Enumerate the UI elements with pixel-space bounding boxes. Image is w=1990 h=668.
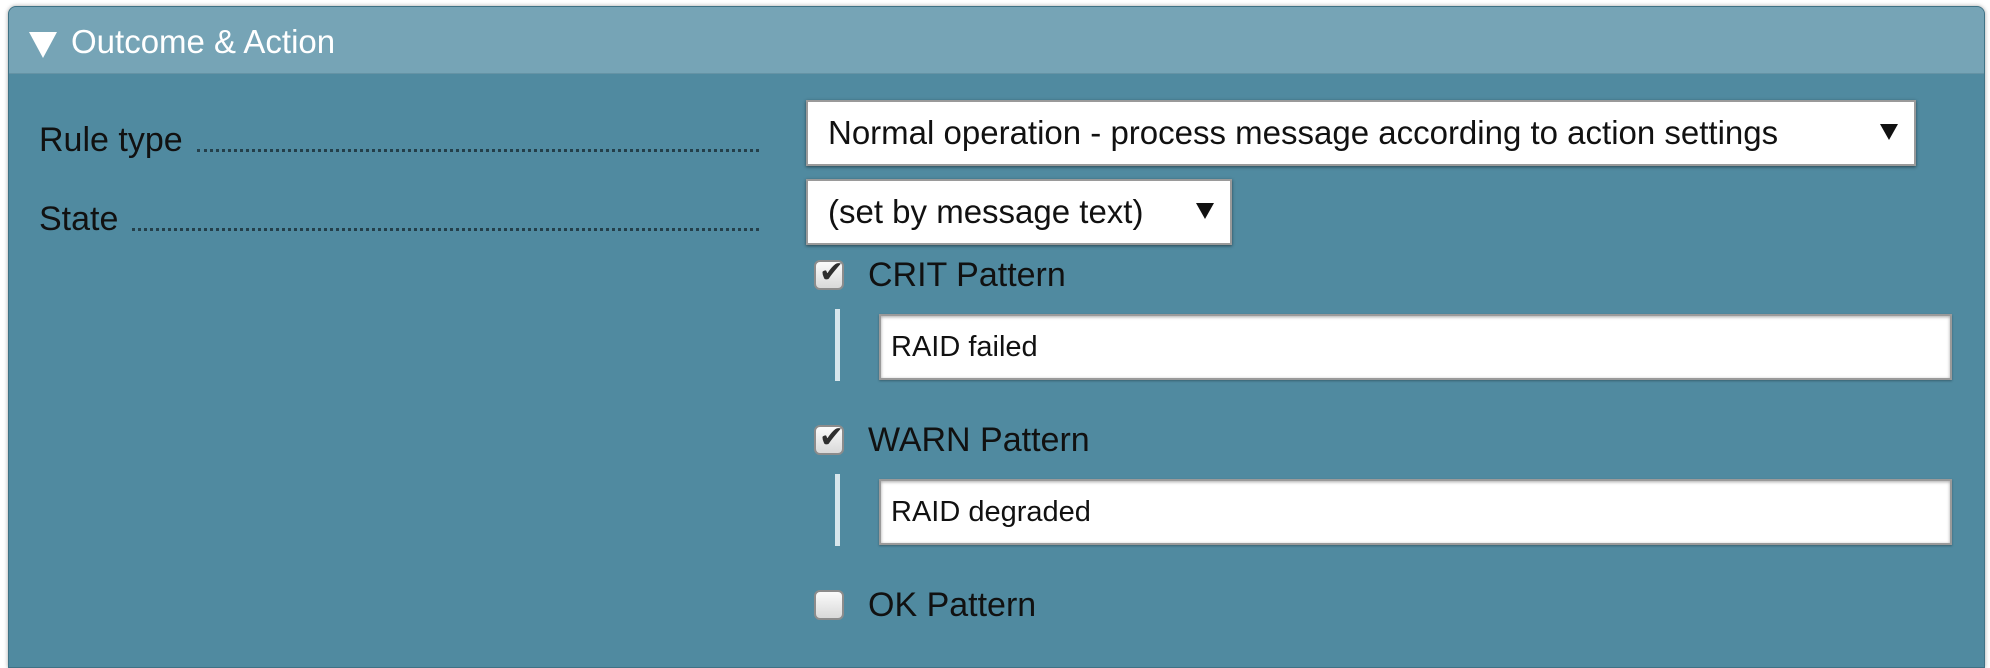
caret-down-icon [1196, 203, 1214, 219]
indent-bar [835, 309, 840, 381]
rule-type-label-row: Rule type [39, 120, 759, 160]
warn-pattern-row: ✔ WARN Pattern [814, 418, 1090, 462]
section-title: Outcome & Action [71, 23, 336, 60]
section-header[interactable]: Outcome & Action [9, 7, 1984, 74]
crit-pattern-checkbox[interactable]: ✔ [814, 256, 844, 290]
rule-type-label: Rule type [39, 121, 183, 159]
outcome-action-panel: Outcome & Action Rule type Normal operat… [8, 6, 1985, 668]
state-label-row: State [39, 199, 759, 239]
warn-pattern-input[interactable] [879, 479, 1952, 545]
state-value: (set by message text) [828, 193, 1144, 230]
ok-pattern-row: OK Pattern [814, 583, 1036, 627]
checkmark-icon: ✔ [819, 420, 845, 455]
indent-bar [835, 474, 840, 546]
rule-type-select[interactable]: Normal operation - process message accor… [806, 100, 1916, 166]
dotted-leader [196, 149, 759, 152]
state-select[interactable]: (set by message text) [806, 179, 1232, 245]
warn-pattern-label: WARN Pattern [868, 420, 1090, 459]
crit-pattern-label: CRIT Pattern [868, 255, 1066, 294]
crit-pattern-input[interactable] [879, 314, 1952, 380]
collapse-triangle-icon[interactable] [29, 32, 57, 58]
warn-pattern-checkbox[interactable]: ✔ [814, 421, 844, 455]
rule-type-value: Normal operation - process message accor… [828, 114, 1779, 151]
dotted-leader [132, 228, 759, 231]
checkmark-icon: ✔ [819, 255, 845, 290]
crit-pattern-row: ✔ CRIT Pattern [814, 253, 1066, 297]
state-label: State [39, 200, 119, 238]
caret-down-icon [1880, 124, 1898, 140]
ok-pattern-checkbox[interactable] [814, 590, 844, 620]
ok-pattern-label: OK Pattern [868, 585, 1037, 624]
